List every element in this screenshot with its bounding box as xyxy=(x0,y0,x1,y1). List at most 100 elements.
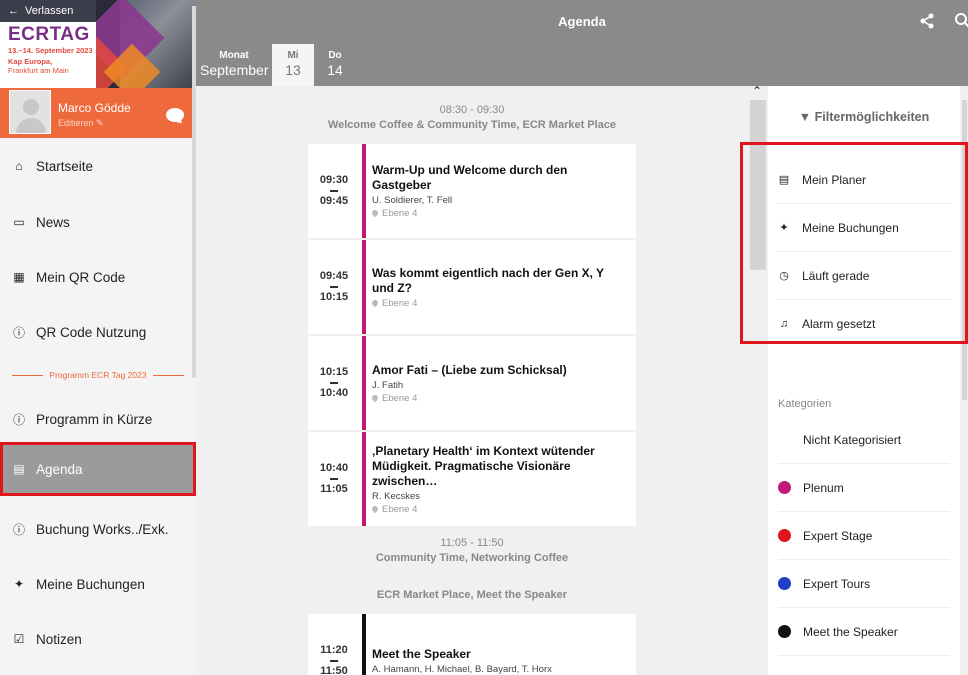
category-label: Nicht Kategorisiert xyxy=(803,432,902,447)
day-tab-13[interactable]: Mi 13 xyxy=(272,44,314,86)
category-dot xyxy=(778,433,791,446)
filter-scrollbar[interactable] xyxy=(960,86,968,675)
sidebar: ← Verlassen ECRTAG 13.–14. September 202… xyxy=(0,0,196,675)
date-selector: Monat September Mi 13 Do 14 xyxy=(196,44,968,86)
session-group-header: 11:05 - 11:50 Community Time, Networking… xyxy=(196,537,748,564)
agenda-scrollbar[interactable]: ⌃ xyxy=(748,84,768,675)
search-icon[interactable] xyxy=(954,12,968,30)
session-card[interactable]: 10:15 10:40 Amor Fati – (Liebe zum Schic… xyxy=(308,336,636,430)
category-item-expert-stage[interactable]: Expert Stage xyxy=(778,512,950,560)
group-title: Community Time, Networking Coffee xyxy=(375,552,569,564)
category-item-meet-the-speaker[interactable]: Meet the Speaker xyxy=(778,608,950,656)
calendar-icon: ▤ xyxy=(13,462,25,476)
calendar-icon: ▤ xyxy=(778,174,790,186)
category-label: Expert Stage xyxy=(803,528,873,543)
scrollbar-thumb[interactable] xyxy=(750,100,766,270)
session-card[interactable]: 09:30 09:45 Warm-Up und Welcome durch de… xyxy=(308,144,636,238)
ticket-icon: ✦ xyxy=(779,222,789,234)
day-number: 13 xyxy=(285,62,301,78)
event-title: ECRTAG xyxy=(8,24,90,45)
back-button[interactable]: ← Verlassen xyxy=(0,0,96,22)
info-icon: ⓘ xyxy=(12,325,25,340)
session-title: Meet the Speaker xyxy=(372,647,471,661)
category-label: Meet the Speaker xyxy=(803,624,898,639)
session-card[interactable]: 10:40 11:05 ‚Planetary Health‘ im Kontex… xyxy=(308,432,636,526)
day-number: 14 xyxy=(327,62,343,78)
session-start: 11:20 xyxy=(320,644,348,656)
sidebar-item-agenda[interactable]: ▤ Agenda xyxy=(0,442,196,496)
group-time: 11:05 - 11:50 xyxy=(440,537,504,549)
month-selector[interactable]: Monat September xyxy=(200,50,268,78)
sidebar-item-news[interactable]: ▭ News xyxy=(0,195,196,249)
sidebar-item-qr-code[interactable]: ▦ Mein QR Code xyxy=(0,250,196,304)
sidebar-item-programm[interactable]: ⓘ Programm in Kürze xyxy=(0,392,196,446)
sidebar-item-label: Agenda xyxy=(36,461,83,477)
sidebar-item-buchung[interactable]: ⓘ Buchung Works../Exk. xyxy=(0,502,196,556)
filter-title: Filtermöglichkeiten xyxy=(814,110,930,124)
event-place-city: Frankfurt am Main xyxy=(8,66,69,75)
filter-item-laeuft-gerade[interactable]: ◷ Läuft gerade xyxy=(778,252,950,300)
share-icon[interactable] xyxy=(918,12,936,30)
category-item-plenum[interactable]: Plenum xyxy=(778,464,950,512)
category-item-nicht-kategorisiert[interactable]: Nicht Kategorisiert xyxy=(778,416,950,464)
sidebar-item-label: Meine Buchungen xyxy=(36,576,145,592)
sidebar-item-label: Programm in Kürze xyxy=(36,411,153,427)
filter-icon: ▼ xyxy=(798,110,812,124)
session-room: Ebene 4 xyxy=(370,504,628,515)
session-title: Was kommt eigentlich nach der Gen X, Y u… xyxy=(372,265,604,295)
category-bar xyxy=(362,144,366,238)
category-item-expert-tours[interactable]: Expert Tours xyxy=(778,560,950,608)
session-start: 10:40 xyxy=(319,462,349,474)
sidebar-item-startseite[interactable]: ⌂ Startseite xyxy=(0,139,196,193)
category-dot xyxy=(778,481,791,494)
session-card[interactable]: 09:45 10:15 Was kommt eigentlich nach de… xyxy=(308,240,636,334)
session-room: Ebene 4 xyxy=(370,208,628,219)
agenda-list[interactable]: 08:30 - 09:30 Welcome Coffee & Community… xyxy=(196,86,748,675)
top-bar: Agenda xyxy=(196,0,968,44)
session-speakers: U. Soldierer, T. Fell xyxy=(372,195,453,206)
category-bar xyxy=(362,240,366,334)
sidebar-item-meine-buchungen[interactable]: ✦ Meine Buchungen xyxy=(0,557,196,611)
day-weekday: Mi xyxy=(287,50,299,61)
category-dot xyxy=(778,625,791,638)
category-bar xyxy=(362,432,366,526)
filter-item-alarm[interactable]: ♫ Alarm gesetzt xyxy=(778,300,950,348)
sidebar-item-label: Buchung Works../Exk. xyxy=(36,521,169,537)
filter-item-label: Mein Planer xyxy=(802,172,867,187)
chat-icon[interactable] xyxy=(166,108,184,122)
sidebar-item-label: Notizen xyxy=(36,631,82,647)
group-time: 08:30 - 09:30 xyxy=(439,104,505,116)
filter-item-mein-planer[interactable]: ▤ Mein Planer xyxy=(778,156,950,204)
sidebar-item-qr-code-nutzung[interactable]: ⓘ QR Code Nutzung xyxy=(0,305,196,359)
filter-item-meine-buchungen[interactable]: ✦ Meine Buchungen xyxy=(778,204,950,252)
info-icon: ⓘ xyxy=(12,522,25,537)
session-room: Ebene 4 xyxy=(370,393,628,404)
session-title: Amor Fati – (Liebe zum Schicksal) xyxy=(372,362,567,377)
filter-header: ▼ Filtermöglichkeiten xyxy=(768,110,960,124)
sidebar-item-notizen[interactable]: ☑ Notizen xyxy=(0,612,196,666)
user-profile[interactable]: Marco Gödde Editieren ✎ xyxy=(0,88,196,138)
category-bar xyxy=(362,614,366,675)
checklist-icon: ☑ xyxy=(13,632,25,646)
session-start: 09:45 xyxy=(319,270,349,282)
session-start: 10:15 xyxy=(319,366,349,378)
event-date: 13.–14. September 2023 xyxy=(8,46,93,55)
chevron-up-icon[interactable]: ⌃ xyxy=(752,84,762,98)
session-time: 09:30 09:45 xyxy=(308,144,360,238)
filter-item-label: Läuft gerade xyxy=(802,268,870,283)
session-start: 09:30 xyxy=(319,174,349,186)
day-tab-14[interactable]: Do 14 xyxy=(314,44,356,86)
category-dot xyxy=(778,529,791,542)
scrollbar-thumb[interactable] xyxy=(962,100,967,400)
session-card[interactable]: 11:20 11:50 Meet the Speaker A. Hamann, … xyxy=(308,614,636,675)
session-time: 09:45 10:15 xyxy=(308,240,360,334)
location-pin-icon xyxy=(370,504,380,513)
avatar[interactable] xyxy=(9,90,51,134)
session-time: 11:20 11:50 xyxy=(308,614,360,675)
sidebar-section-separator: Programm ECR Tag 2023 xyxy=(12,367,185,383)
month-value: September xyxy=(200,62,269,78)
month-label: Monat xyxy=(219,50,249,61)
edit-profile-link[interactable]: Editieren ✎ xyxy=(58,118,104,129)
category-bar xyxy=(362,336,366,430)
arrow-left-icon: ← xyxy=(8,5,19,17)
